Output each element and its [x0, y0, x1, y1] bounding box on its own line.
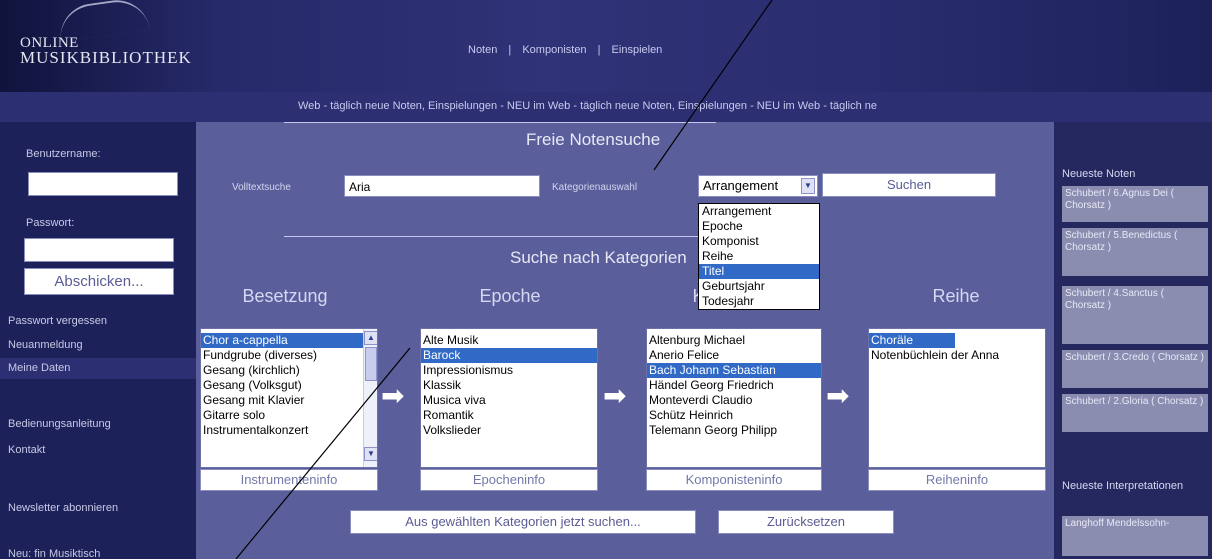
annotation-line-bottom	[235, 347, 411, 559]
page: ONLINE MUSIKBIBLIOTHEK Noten | Komponist…	[0, 0, 1212, 559]
annotation-lines	[235, 0, 773, 559]
annotation-line-top	[653, 0, 773, 171]
